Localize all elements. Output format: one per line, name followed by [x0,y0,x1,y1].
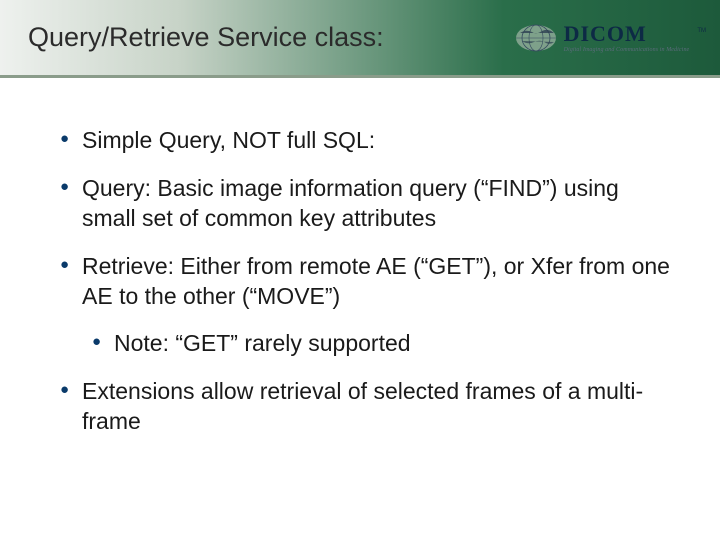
slide-header: Query/Retrieve Service class: DICOM Digi… [0,0,720,78]
globe-icon [514,23,558,53]
brand-name: DICOM [564,23,690,45]
brand-tagline: Digital Imaging and Communications in Me… [564,47,690,53]
slide-title: Query/Retrieve Service class: [28,22,384,53]
bullet-list: Simple Query, NOT full SQL: Query: Basic… [64,126,676,437]
trademark-symbol: TM [697,28,706,34]
slide-body: Simple Query, NOT full SQL: Query: Basic… [0,78,720,437]
brand-text-block: DICOM Digital Imaging and Communications… [564,23,690,53]
list-item: Query: Basic image information query (“F… [64,174,676,234]
list-item: Extensions allow retrieval of selected f… [64,377,676,437]
dicom-logo: DICOM Digital Imaging and Communications… [514,23,706,53]
list-item: Retrieve: Either from remote AE (“GET”),… [64,252,676,312]
list-item-nested: Note: “GET” rarely supported [96,329,676,359]
list-item: Simple Query, NOT full SQL: [64,126,676,156]
